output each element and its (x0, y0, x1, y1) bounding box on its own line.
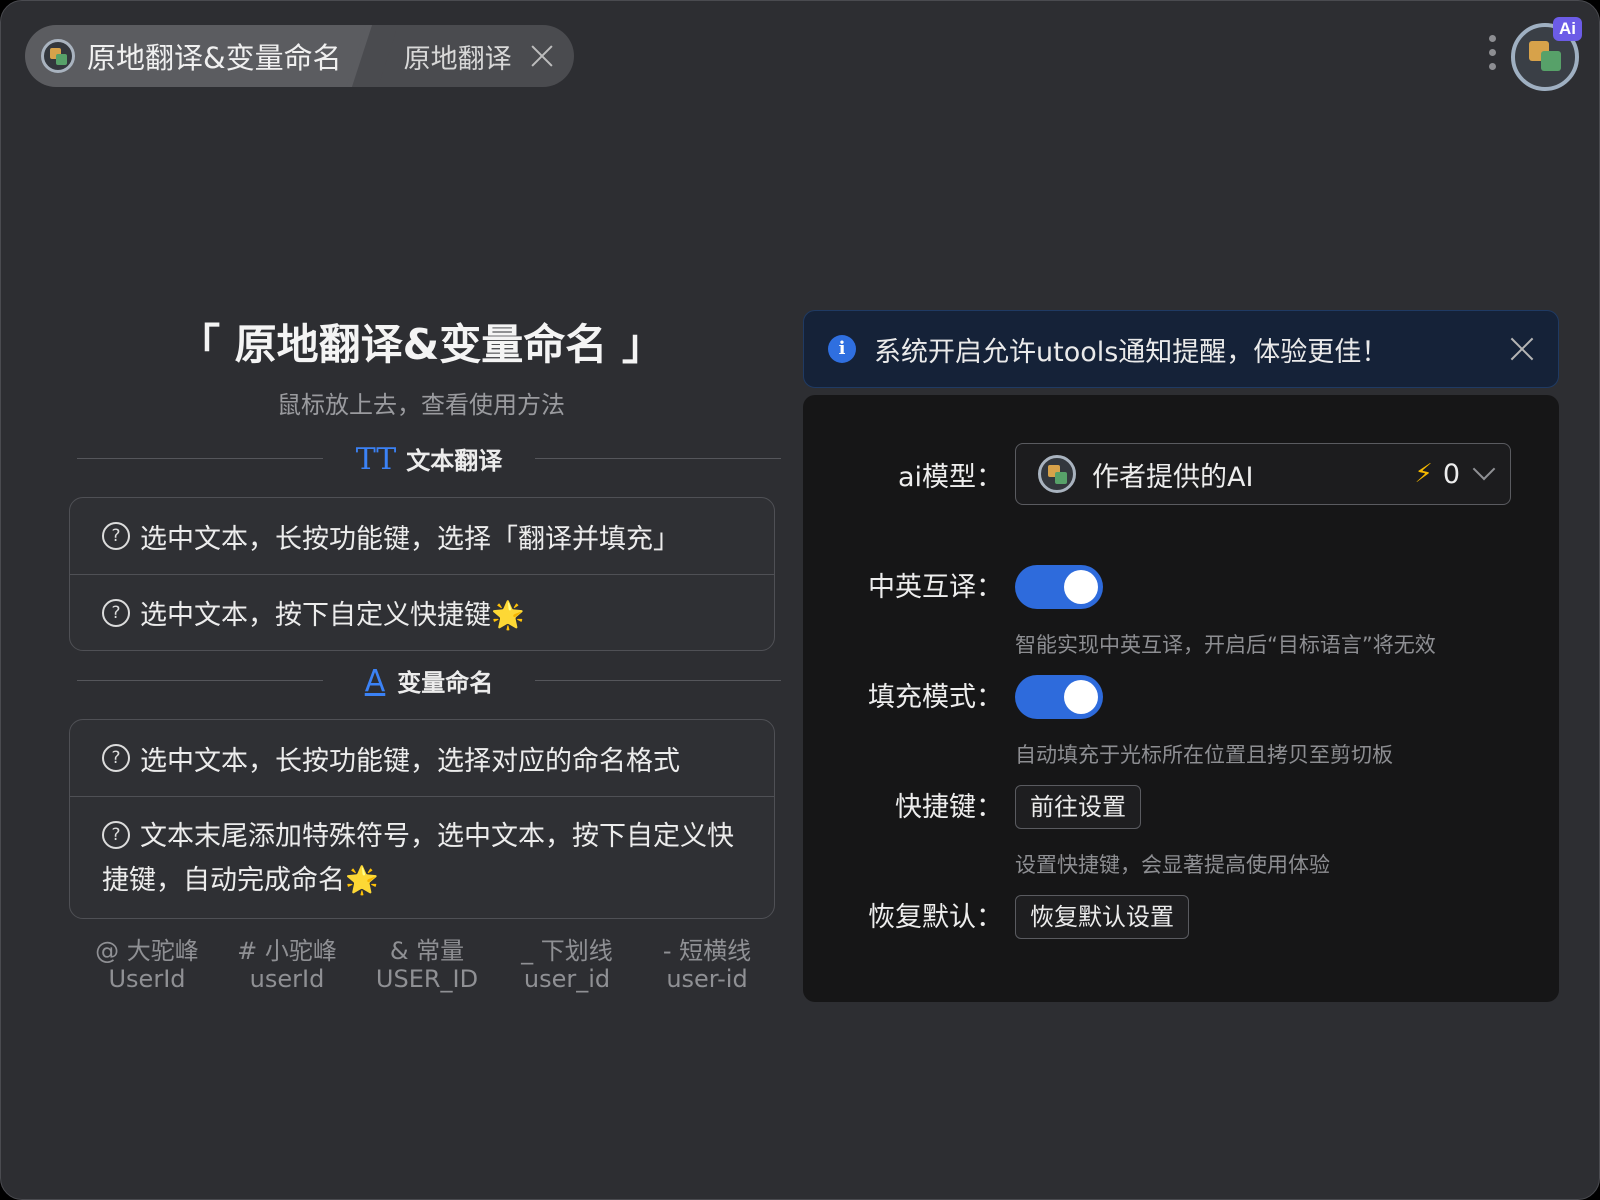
naming-formats: @ 大驼峰 UserId # 小驼峰 userId & 常量 USER_ID _… (77, 937, 777, 993)
help-icon: ? (102, 820, 130, 849)
ai-model-value: 作者提供的AI (1092, 461, 1254, 493)
tab-main-label: 原地翻译&变量命名 (87, 41, 342, 75)
close-icon[interactable] (530, 44, 554, 68)
format-snake: _ 下划线 user_id (521, 937, 613, 993)
chevron-down-icon (1472, 457, 1496, 481)
list-item[interactable]: ? 选中文本，长按功能键，选择对应的命名格式 (70, 720, 774, 796)
section-divider-translate: TT 文本翻译 (77, 441, 781, 477)
format-camel: # 小驼峰 userId (237, 937, 337, 993)
model-logo-icon (1038, 455, 1076, 493)
ai-model-select[interactable]: 作者提供的AI ⚡ 0 (1015, 443, 1511, 505)
reset-label: 恢复默认： (868, 902, 1003, 933)
naming-card: ? 选中文本，长按功能键，选择对应的命名格式 ? 文本末尾添加特殊符号，选中文本，… (69, 719, 775, 919)
translate-toggle[interactable] (1015, 565, 1103, 609)
settings-panel: ai模型： 作者提供的AI ⚡ 0 中英互译： 智能实现中英互译，开启后“目标语… (803, 395, 1559, 1002)
translate-toggle-label: 中英互译： (868, 572, 1003, 603)
fill-mode-toggle[interactable] (1015, 675, 1103, 719)
page-title: 「 原地翻译&变量命名 」 (178, 320, 664, 369)
font-a-icon: A (364, 664, 386, 699)
goto-settings-button[interactable]: 前往设置 (1015, 785, 1141, 829)
close-icon[interactable] (1510, 337, 1534, 361)
ai-badge: Ai (1553, 17, 1582, 41)
ai-model-label: ai模型： (897, 462, 1003, 493)
tab-bar: 原地翻译&变量命名 原地翻译 (25, 25, 574, 87)
shortcut-label: 快捷键： (895, 792, 1003, 823)
format-kebab: - 短横线 user-id (662, 937, 752, 993)
fill-toggle-hint: 自动填充于光标所在位置且拷贝至剪切板 (1015, 743, 1393, 767)
notification-banner: i 系统开启允许utools通知提醒，体验更佳！ (803, 310, 1559, 388)
fill-toggle-label: 填充模式： (868, 682, 1003, 713)
format-pascal: @ 大驼峰 UserId (95, 937, 199, 993)
help-icon: ? (102, 598, 130, 627)
section-label-naming: 变量命名 (397, 669, 494, 697)
quota-count: 0 (1442, 458, 1460, 490)
list-item[interactable]: ? 选中文本，按下自定义快捷键🌟 (70, 574, 774, 650)
translate-toggle-hint: 智能实现中英互译，开启后“目标语言”将无效 (1015, 633, 1436, 657)
app-logo-icon (41, 39, 75, 73)
help-icon: ? (102, 522, 130, 550)
list-item[interactable]: ? 文本末尾添加特殊符号，选中文本，按下自定义快捷键，自动完成命名🌟 (70, 796, 774, 918)
page-subtitle: 鼠标放上去，查看使用方法 (277, 391, 565, 419)
list-item[interactable]: ? 选中文本，长按功能键，选择「翻译并填充」 (70, 498, 774, 574)
section-label-translate: 文本翻译 (406, 447, 503, 475)
text-size-icon: TT (355, 442, 397, 477)
notice-text: 系统开启允许utools通知提醒，体验更佳！ (874, 336, 1389, 368)
format-constant: & 常量 USER_ID (375, 937, 479, 993)
app-window: 原地翻译&变量命名 原地翻译 Ai 「 原地翻译&变量命名 」 鼠标放上去，查看… (0, 0, 1600, 1200)
tab-sub[interactable]: 原地翻译 (373, 25, 574, 87)
reset-defaults-button[interactable]: 恢复默认设置 (1015, 895, 1189, 939)
lightning-icon: ⚡ (1414, 459, 1433, 489)
tab-main[interactable]: 原地翻译&变量命名 (25, 25, 370, 87)
more-menu-icon[interactable] (1487, 35, 1497, 75)
section-divider-naming: A 变量命名 (77, 663, 781, 699)
translate-card: ? 选中文本，长按功能键，选择「翻译并填充」 ? 选中文本，按下自定义快捷键🌟 (69, 497, 775, 651)
info-icon: i (828, 335, 856, 363)
shortcut-hint: 设置快捷键，会显著提高使用体验 (1015, 853, 1330, 877)
tab-sub-label: 原地翻译 (403, 43, 512, 75)
help-icon: ? (102, 744, 130, 772)
